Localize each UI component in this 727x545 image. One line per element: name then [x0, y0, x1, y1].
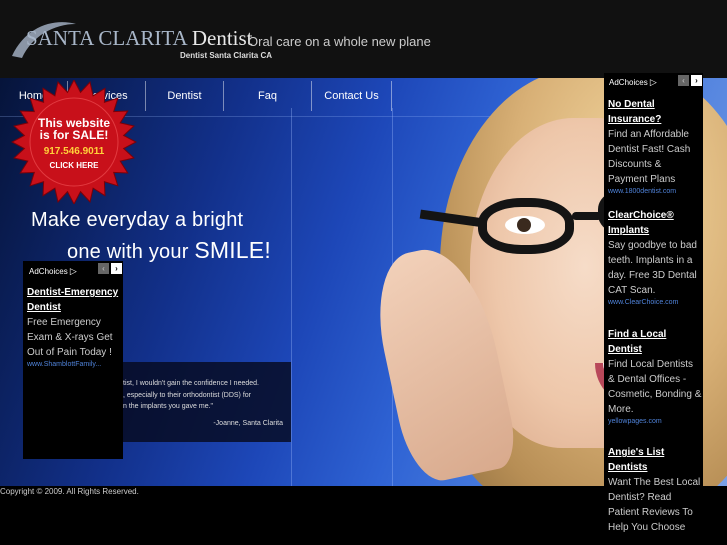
ad-title-link[interactable]: No Dental Insurance? — [608, 97, 702, 127]
ad-body: Say goodbye to bad teeth. Implants in a … — [608, 240, 697, 296]
glasses-lens — [478, 198, 574, 254]
ad-nav: ‹ › — [678, 75, 702, 86]
ad-item: Find a Local Dentist Find Local Dentists… — [608, 327, 702, 427]
adchoices-text: AdChoices — [609, 78, 648, 87]
ad-item: Angie's List Dentists Want The Best Loca… — [608, 445, 702, 535]
nav-faq[interactable]: Faq — [224, 81, 312, 111]
badge-line2: is for SALE! — [39, 128, 109, 142]
ad-prev-icon[interactable]: ‹ — [98, 263, 109, 274]
ad-body: Want The Best Local Dentist? Read Patien… — [608, 477, 701, 533]
ad-title-link[interactable]: Dentist-Emergency Dentist — [27, 285, 121, 315]
hero-headline-smile: SMILE! — [194, 237, 271, 263]
ad-prev-icon[interactable]: ‹ — [678, 75, 689, 86]
testimonial-author: -Joanne, Santa Clarita — [213, 420, 283, 427]
nav-dentist[interactable]: Dentist — [146, 81, 224, 111]
starburst-icon — [10, 78, 138, 206]
ad-title-link[interactable]: Angie's List Dentists — [608, 445, 702, 475]
adchoices-text: AdChoices — [29, 267, 68, 276]
ad-item: ClearChoice® Implants Say goodbye to bad… — [608, 208, 702, 308]
adchoices-icon: ▷ — [649, 77, 657, 87]
ad-panel-left: AdChoices ▷ ‹ › Dentist-Emergency Dentis… — [23, 261, 123, 459]
logo-text-primary: SANTA CLARITA — [26, 26, 187, 50]
site-logo[interactable]: SANTA CLARITA Dentist — [26, 26, 253, 51]
copyright-text: Copyright © 2009. All Rights Reserved. — [0, 487, 139, 496]
testimonial-line: tist, I wouldn't gain the confidence I n… — [123, 380, 259, 387]
site-subline: Dentist Santa Clarita CA — [180, 51, 273, 60]
ad-nav: ‹ › — [98, 263, 122, 274]
hero-headline-line1: Make everyday a bright — [31, 209, 244, 231]
logo-text-secondary: Dentist — [191, 26, 253, 50]
hero-headline-line2: one with your SMILE! — [67, 237, 271, 264]
ad-item: Dentist-Emergency Dentist Free Emergency… — [27, 285, 121, 370]
ad-next-icon[interactable]: › — [111, 263, 122, 274]
site-header: SANTA CLARITA Dentist Oral care on a who… — [0, 0, 727, 78]
ad-url-link[interactable]: www.ShamblottFamily... — [27, 360, 121, 370]
nav-contact-us[interactable]: Contact Us — [312, 81, 392, 111]
ad-next-icon[interactable]: › — [691, 75, 702, 86]
ad-url-link[interactable]: yellowpages.com — [608, 417, 702, 427]
adchoices-icon: ▷ — [69, 266, 77, 276]
badge-phone: 917.546.9011 — [43, 146, 105, 157]
testimonial-quote: tist, I wouldn't gain the confidence I n… — [123, 378, 288, 413]
ad-title-link[interactable]: Find a Local Dentist — [608, 327, 702, 357]
ad-title-link[interactable]: ClearChoice® Implants — [608, 208, 702, 238]
testimonial-line: n the implants you gave me." — [123, 403, 214, 410]
badge-cta[interactable]: CLICK HERE — [11, 161, 137, 170]
testimonial-line: , especially to their orthodontist (DDS)… — [123, 391, 251, 399]
ad-url-link[interactable]: www.1800dentist.com — [608, 187, 702, 197]
adchoices-label[interactable]: AdChoices ▷ — [29, 266, 77, 277]
ad-body: Find an Affordable Dentist Fast! Cash Di… — [608, 129, 691, 185]
hero-divider — [291, 108, 292, 486]
adchoices-label[interactable]: AdChoices ▷ — [609, 77, 657, 88]
ad-body: Free Emergency Exam & X-rays Get Out of … — [27, 317, 113, 358]
for-sale-badge[interactable]: This website is for SALE! 917.546.9011 C… — [10, 78, 138, 206]
hero-headline-text: one with your — [67, 241, 195, 263]
ad-item: No Dental Insurance? Find an Affordable … — [608, 97, 702, 197]
glasses-bridge — [572, 212, 602, 220]
ad-body: Find Local Dentists & Dental Offices - C… — [608, 359, 702, 415]
ad-panel-right: AdChoices ▷ ‹ › No Dental Insurance? Fin… — [604, 73, 703, 545]
site-tagline: Oral care on a whole new plane — [248, 34, 431, 49]
ad-url-link[interactable]: www.ClearChoice.com — [608, 298, 702, 308]
